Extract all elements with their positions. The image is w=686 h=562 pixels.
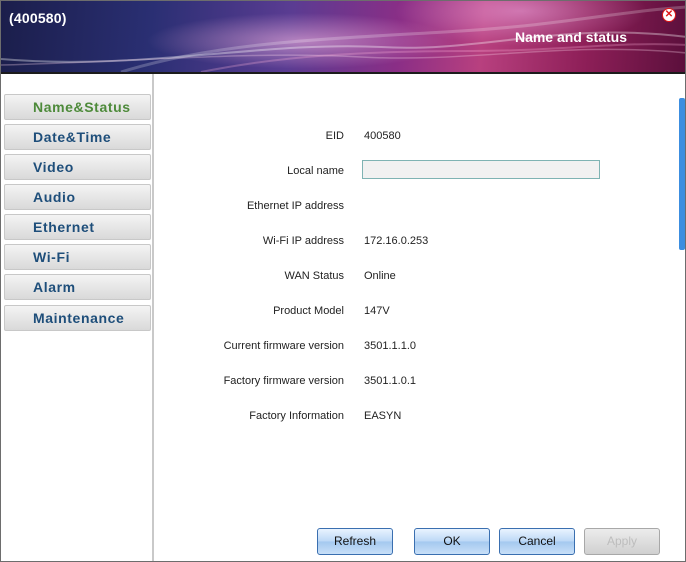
- wifi-ip-value: 172.16.0.253: [364, 235, 429, 247]
- window-title: (400580): [9, 10, 67, 26]
- header-banner: (400580) Name and status ✕: [1, 1, 685, 74]
- cancel-button[interactable]: Cancel: [499, 528, 575, 555]
- local-name-input[interactable]: [362, 160, 600, 179]
- sidebar-item-name-status[interactable]: Name&Status: [4, 94, 151, 120]
- apply-button[interactable]: Apply: [584, 528, 660, 555]
- sidebar-item-wifi[interactable]: Wi-Fi: [4, 244, 151, 270]
- status-panel: EID 400580 Local name Ethernet IP addres…: [154, 74, 679, 561]
- ok-button[interactable]: OK: [414, 528, 490, 555]
- eid-label: EID: [325, 130, 344, 142]
- wan-status-value: Online: [364, 270, 396, 282]
- factory-firmware-value: 3501.1.0.1: [364, 375, 416, 387]
- refresh-button[interactable]: Refresh: [317, 528, 393, 555]
- product-model-value: 147V: [364, 305, 390, 317]
- factory-firmware-label: Factory firmware version: [223, 375, 344, 387]
- sidebar-nav: Name&Status Date&Time Video Audio Ethern…: [1, 74, 154, 561]
- current-firmware-value: 3501.1.1.0: [364, 340, 416, 352]
- factory-info-label: Factory Information: [249, 410, 344, 422]
- close-icon[interactable]: ✕: [662, 8, 676, 22]
- ethernet-ip-label: Ethernet IP address: [246, 200, 344, 212]
- vertical-scrollbar[interactable]: [679, 98, 685, 250]
- wan-status-label: WAN Status: [284, 270, 345, 282]
- product-model-label: Product Model: [273, 305, 344, 317]
- local-name-label: Local name: [287, 165, 344, 177]
- factory-info-value: EASYN: [364, 410, 402, 422]
- wifi-ip-label: Wi-Fi IP address: [262, 235, 344, 247]
- eid-value: 400580: [364, 130, 401, 142]
- section-title: Name and status: [514, 29, 627, 45]
- settings-window: (400580) Name and status ✕ Name&Status D…: [0, 0, 686, 562]
- current-firmware-label: Current firmware version: [223, 340, 344, 352]
